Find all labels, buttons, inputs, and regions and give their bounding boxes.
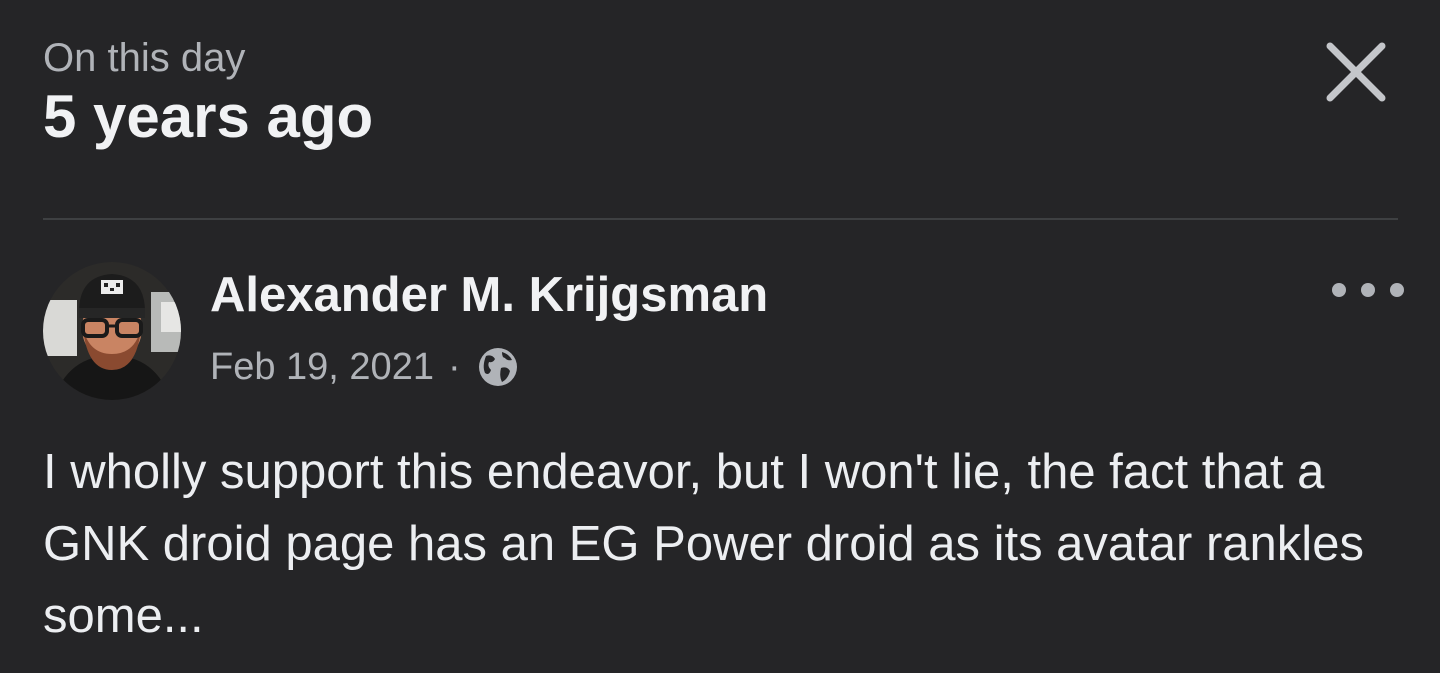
header-divider — [43, 218, 1398, 220]
meta-separator: · — [447, 345, 461, 388]
post-date[interactable]: Feb 19, 2021 — [210, 346, 434, 389]
close-icon — [1326, 42, 1386, 102]
close-button[interactable] — [1320, 36, 1392, 108]
author-name[interactable]: Alexander M. Krijgsman — [210, 265, 768, 325]
globe-icon[interactable] — [477, 346, 519, 388]
memory-title: 5 years ago — [43, 83, 374, 150]
avatar-photo — [43, 262, 181, 400]
memory-eyebrow: On this day — [43, 36, 246, 80]
post-text: I wholly support this endeavor, but I wo… — [43, 445, 1364, 643]
memory-card: On this day 5 years ago Alexander M. Kri… — [0, 0, 1440, 673]
more-options-icon — [1332, 283, 1346, 297]
more-options-button[interactable] — [1332, 272, 1404, 308]
post-meta: Feb 19, 2021 · — [210, 342, 519, 392]
more-options-icon — [1390, 283, 1404, 297]
author-avatar[interactable] — [43, 262, 181, 400]
more-options-icon — [1361, 283, 1375, 297]
memory-header: On this day 5 years ago — [43, 34, 373, 152]
